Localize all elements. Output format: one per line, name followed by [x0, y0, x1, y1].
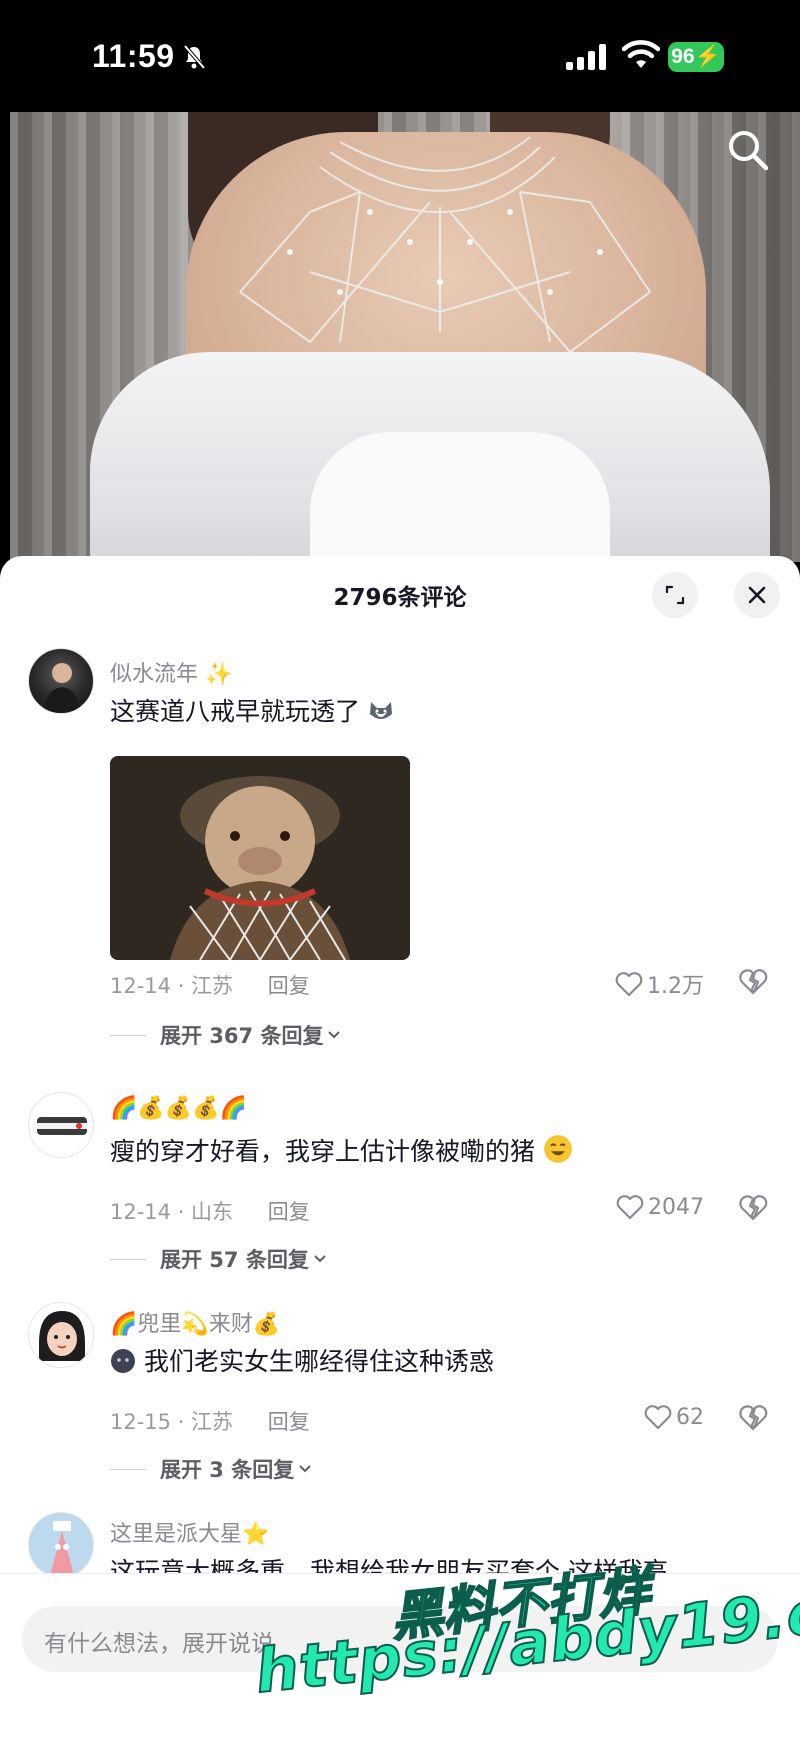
comment-username[interactable]: 似水流年 ✨ — [110, 656, 232, 688]
comment-text-content: 我们老实女生哪经得住这种诱惑 — [143, 1347, 494, 1376]
avatar-patrick-icon — [29, 1513, 93, 1577]
username-text: 这里是派大星 — [110, 1522, 243, 1547]
comment-item: 🌈兜里💫来财💰 我们老实女生哪经得住这种诱惑 12-15 · 江苏 回复 62 … — [0, 1302, 800, 1482]
expand-replies-label: 展开 57 条回复 — [160, 1248, 309, 1272]
comments-sheet: 2796条评论 似水流年 ✨ 这赛道八戒早就玩透了 12-14 · 江苏 回复 … — [0, 556, 800, 1739]
search-icon[interactable] — [726, 128, 770, 172]
husky-emoji-icon — [369, 702, 392, 719]
expand-icon — [665, 585, 685, 605]
zhu-bajie-image — [110, 756, 410, 960]
comment-text: 我们老实女生哪经得住这种诱惑 — [110, 1342, 494, 1378]
expand-replies-button[interactable]: 展开 57 条回复 — [110, 1244, 327, 1274]
comment-text: 这赛道八戒早就玩透了 — [110, 692, 394, 728]
username-text-part1: 兜里 — [137, 1312, 182, 1337]
expand-replies-button[interactable]: 展开 3 条回复 — [110, 1454, 312, 1484]
comment-text: 瘦的穿才好看，我穿上估计像被嘞的猪 — [110, 1132, 573, 1168]
avatar-girl-icon — [39, 1311, 85, 1361]
comment-username[interactable]: 这里是派大星⭐ — [110, 1516, 269, 1548]
sparkle-icon: ✨ — [205, 662, 233, 687]
star-icon: ⭐ — [242, 1522, 270, 1547]
reply-button[interactable]: 回复 — [268, 974, 310, 998]
comment-image[interactable] — [110, 756, 410, 960]
wifi-icon — [622, 40, 660, 68]
battery-indicator: 96⚡ — [668, 42, 724, 72]
photo-shirt-fold — [310, 432, 610, 562]
like-count: 2047 — [648, 1194, 704, 1220]
chevron-down-icon — [314, 1255, 326, 1263]
avatar[interactable] — [28, 1092, 94, 1158]
comment-username[interactable]: 🌈💰💰💰🌈 — [110, 1096, 247, 1121]
comment-date-location: 12-15 · 江苏 — [110, 1410, 234, 1434]
comment-username[interactable]: 🌈兜里💫来财💰 — [110, 1306, 280, 1338]
status-time: 11:59 — [92, 38, 175, 74]
comment-meta: 12-14 · 山东 回复 — [110, 1196, 310, 1226]
bell-muted-icon — [183, 44, 206, 70]
username-text: 似水流年 — [110, 662, 199, 687]
comment-date-location: 12-14 · 江苏 — [110, 974, 234, 998]
rainbow-icon: 🌈 — [110, 1312, 138, 1337]
signal-icon — [566, 44, 606, 70]
shooting-star-icon: 💫 — [181, 1312, 209, 1337]
status-bar: 11:59 96⚡ — [0, 0, 800, 112]
comment-input[interactable]: 有什么想法，展开说说 — [22, 1606, 778, 1672]
money-bag-icon: 💰 — [252, 1312, 281, 1337]
username-text-part2: 来财 — [208, 1312, 253, 1337]
comment-date-location: 12-14 · 山东 — [110, 1200, 234, 1224]
comment-item: 🌈💰💰💰🌈 瘦的穿才好看，我穿上估计像被嘞的猪 12-14 · 山东 回复 20… — [0, 1092, 800, 1272]
broken-heart-icon[interactable] — [738, 1194, 768, 1222]
battery-level: 96 — [671, 45, 695, 68]
expand-replies-label: 展开 367 条回复 — [160, 1024, 324, 1048]
heart-icon — [615, 972, 643, 997]
avatar-cake-icon — [37, 1117, 87, 1135]
avatar-person-icon — [43, 663, 81, 713]
like-button[interactable]: 62 — [644, 1404, 704, 1430]
comment-input-placeholder: 有什么想法，展开说说 — [44, 1631, 274, 1657]
avatar[interactable] — [28, 1512, 94, 1578]
fullscreen-button[interactable] — [652, 572, 698, 618]
comment-meta: 12-14 · 江苏 回复 — [110, 970, 310, 1000]
broken-heart-icon[interactable] — [738, 1404, 768, 1432]
close-button[interactable] — [734, 572, 780, 618]
close-icon — [748, 586, 766, 604]
comment-text-content: 这赛道八戒早就玩透了 — [110, 697, 361, 726]
avatar[interactable] — [28, 648, 94, 714]
avatar[interactable] — [28, 1302, 94, 1368]
chevron-down-icon — [328, 1031, 341, 1039]
comment-item: 似水流年 ✨ 这赛道八戒早就玩透了 12-14 · 江苏 回复 1.2万 展开 … — [0, 648, 800, 1048]
like-button[interactable]: 1.2万 — [615, 968, 704, 1000]
video-preview[interactable] — [10, 112, 800, 562]
like-button[interactable]: 2047 — [616, 1194, 704, 1220]
grin-emoji-icon — [544, 1135, 572, 1163]
expand-replies-label: 展开 3 条回复 — [160, 1458, 295, 1482]
chevron-down-icon — [299, 1465, 311, 1473]
reply-button[interactable]: 回复 — [268, 1410, 310, 1434]
like-count: 1.2万 — [647, 974, 704, 999]
comment-meta: 12-15 · 江苏 回复 — [110, 1406, 310, 1436]
username-emoji-rainbow-money: 🌈💰💰💰🌈 — [110, 1096, 247, 1121]
broken-heart-icon[interactable] — [738, 968, 768, 996]
comment-text-content: 瘦的穿才好看，我穿上估计像被嘞的猪 — [110, 1137, 536, 1166]
heart-icon — [644, 1405, 672, 1430]
expand-replies-button[interactable]: 展开 367 条回复 — [110, 1020, 341, 1050]
heart-icon — [616, 1195, 644, 1220]
reply-button[interactable]: 回复 — [268, 1200, 310, 1224]
dark-face-emoji-icon — [111, 1349, 135, 1373]
comment-input-bar: 有什么想法，展开说说 — [0, 1573, 800, 1739]
like-count: 62 — [676, 1404, 704, 1430]
